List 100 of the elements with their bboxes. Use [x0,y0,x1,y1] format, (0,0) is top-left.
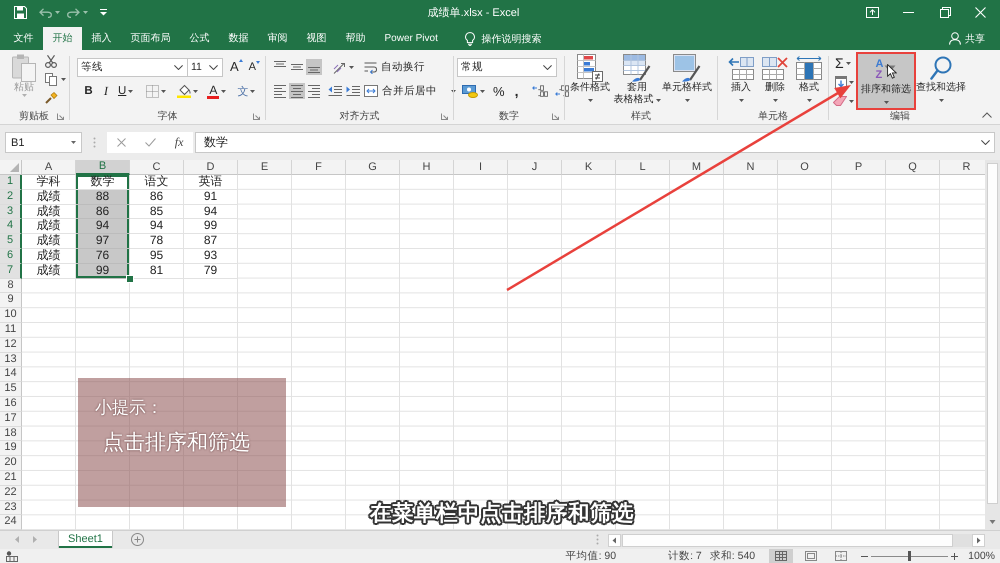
menu-tab[interactable]: 插入 [82,27,121,50]
column-header[interactable]: E [238,160,292,175]
enter-icon[interactable] [144,138,156,147]
row-header[interactable]: 12 [0,338,22,353]
delete-cells-button[interactable]: 删除 [758,52,792,106]
number-format-field[interactable]: 常规 [457,58,557,76]
conditional-formatting-button[interactable]: 条件格式 [566,52,614,106]
zoom-slider-thumb[interactable] [908,551,912,561]
save-icon[interactable] [14,6,27,19]
align-center-icon[interactable] [289,83,305,99]
caret-icon[interactable] [55,11,60,14]
column-header[interactable]: O [778,160,832,175]
column-header[interactable]: B [76,160,130,175]
copy-icon[interactable] [45,73,57,86]
vertical-scrollbar[interactable] [985,160,1000,530]
italic-button[interactable]: I [99,81,113,101]
cancel-icon[interactable] [116,138,126,147]
clear-button[interactable] [832,93,854,109]
column-header[interactable]: A [22,160,76,175]
dialog-launcher-icon[interactable] [253,112,260,120]
dialog-launcher-icon[interactable] [552,112,559,120]
caret-icon[interactable] [71,141,76,144]
column-header[interactable]: R [940,160,985,175]
percent-button[interactable]: % [491,81,507,101]
row-header[interactable]: 15 [0,382,22,397]
merge-center-button[interactable]: 合并后居中 [362,81,458,101]
column-header[interactable]: H [400,160,454,175]
format-painter-icon[interactable] [45,91,58,104]
cell-styles-button[interactable]: 单元格样式 [660,52,714,106]
row-header[interactable]: 6 [0,248,22,264]
font-color-button[interactable]: A [205,81,228,101]
horizontal-scrollbar[interactable] [608,534,985,547]
column-header[interactable]: I [454,160,508,175]
add-sheet-icon[interactable] [130,533,144,546]
row-header[interactable]: 8 [0,278,22,294]
row-header[interactable]: 7 [0,264,22,279]
menu-tab[interactable]: 数据 [219,27,258,50]
menu-tab[interactable]: 页面布局 [121,27,180,50]
row-header[interactable]: 5 [0,234,22,249]
collapse-ribbon-icon[interactable] [982,112,992,118]
menu-tab[interactable]: Power Pivot [375,27,448,50]
column-header[interactable]: G [346,160,400,175]
increase-font-size-button[interactable]: A [228,57,245,77]
share-button[interactable]: 共享 [949,27,985,50]
column-header[interactable]: D [184,160,238,175]
menu-tab[interactable]: 开始 [43,27,82,50]
tell-me-search[interactable]: 操作说明搜索 [465,27,542,50]
row-header[interactable]: 11 [0,322,22,338]
macro-record-icon[interactable] [6,550,18,562]
menu-tab[interactable]: 帮助 [336,27,375,50]
menu-tab[interactable]: 文件 [4,27,43,50]
increase-decimal-icon[interactable] [532,85,548,97]
row-header[interactable]: 13 [0,352,22,368]
decrease-decimal-icon[interactable] [555,85,572,97]
formula-field[interactable]: 数学 [195,132,995,153]
comma-style-button[interactable]: , [510,81,522,101]
normal-view-button[interactable] [769,549,794,563]
dialog-launcher-icon[interactable] [57,112,64,120]
row-header[interactable]: 17 [0,412,22,427]
row-header[interactable]: 2 [0,190,22,205]
customize-toolbar-icon[interactable] [100,9,107,16]
menu-tab[interactable]: 公式 [180,27,219,50]
row-header[interactable]: 20 [0,456,22,471]
row-header[interactable]: 21 [0,470,22,486]
align-left-icon[interactable] [272,83,288,99]
dialog-launcher-icon[interactable] [441,112,448,120]
row-header[interactable]: 22 [0,486,22,501]
find-select-button[interactable]: 查找和选择 [916,52,966,106]
row-header[interactable]: 24 [0,515,22,530]
font-name-field[interactable]: 等线 [77,58,188,76]
underline-button[interactable]: U [116,81,136,101]
format-as-table-button[interactable]: 套用 表格格式 [614,52,660,106]
ribbon-options-icon[interactable] [866,7,879,18]
insert-cells-button[interactable]: 插入 [724,52,758,106]
chevron-down-icon[interactable] [209,64,218,70]
restore-icon[interactable] [940,7,951,18]
wrap-text-button[interactable]: 自动换行 [362,57,458,77]
row-header[interactable]: 1 [0,175,22,190]
phonetic-guide-button[interactable]: 文 [235,81,258,101]
bold-button[interactable]: B [81,81,96,101]
chevron-down-icon[interactable] [543,64,552,70]
close-icon[interactable] [975,7,986,18]
caret-icon[interactable] [61,78,66,81]
align-bottom-icon[interactable] [306,59,322,75]
column-header[interactable]: F [292,160,346,175]
caret-icon[interactable] [83,11,88,14]
format-cells-button[interactable]: 格式 [792,52,826,106]
sort-filter-button[interactable]: A Z 排序和筛选 [858,54,914,108]
column-header[interactable]: C [130,160,184,175]
align-right-icon[interactable] [306,83,322,99]
column-header[interactable]: J [508,160,562,175]
menu-tab[interactable]: 审阅 [258,27,297,50]
chevron-down-icon[interactable] [981,140,990,145]
row-header[interactable]: 10 [0,308,22,323]
name-box[interactable]: B1 [5,132,82,153]
column-header[interactable]: M [670,160,724,175]
row-header[interactable]: 3 [0,204,22,220]
undo-icon[interactable] [39,8,52,18]
decrease-indent-icon[interactable] [328,85,342,97]
column-header[interactable]: N [724,160,778,175]
